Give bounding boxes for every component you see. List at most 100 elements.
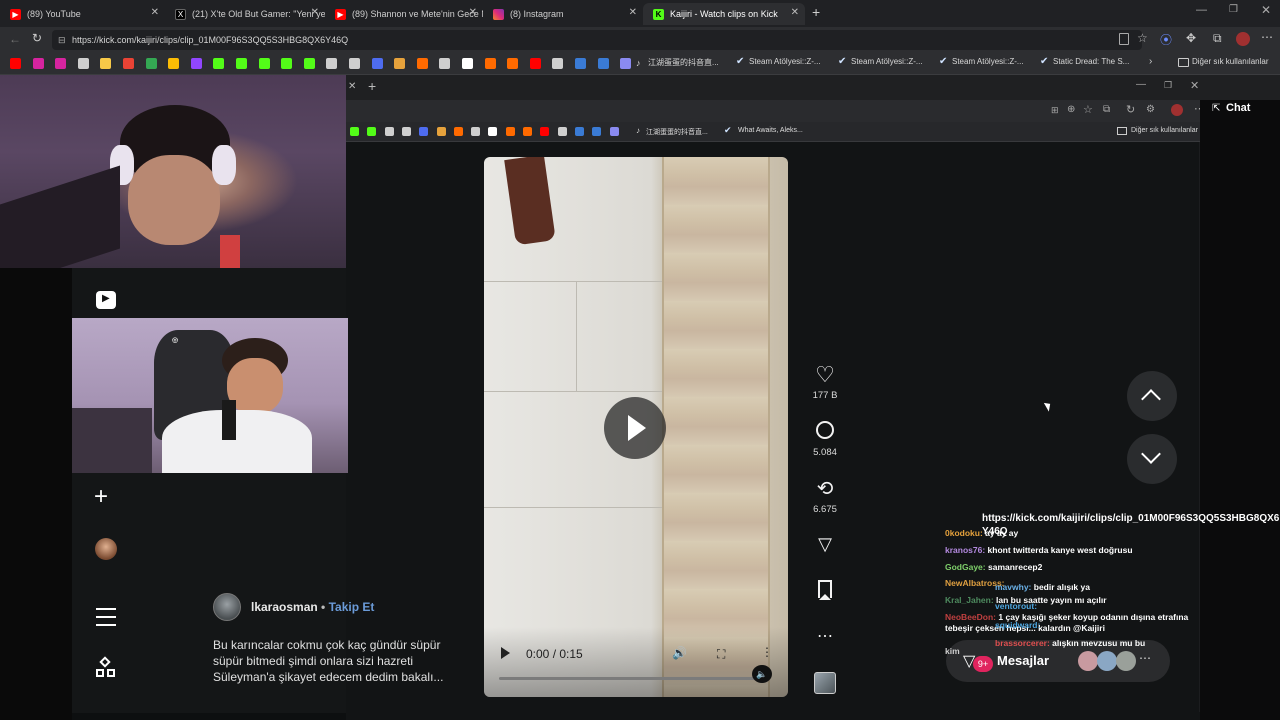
close-icon[interactable]: ✕ [311,7,319,18]
tab-kick[interactable]: K Kaijiri - Watch clips on Kick ✕ [643,3,805,25]
bookmark-favicon-icon[interactable] [213,58,225,69]
bookmark-favicon-icon[interactable] [371,58,383,69]
bookmark-favicon-icon[interactable] [574,127,584,136]
bookmark-favicon-icon[interactable] [484,58,496,69]
poster-avatar[interactable] [213,593,241,621]
bookmark-favicon-icon[interactable] [597,58,609,69]
grid-icon[interactable] [96,656,116,678]
apps-icon[interactable]: ⊞ [1051,105,1059,116]
bookmark-favicon-icon[interactable] [145,58,157,69]
zoom-icon[interactable]: ⊕ [1067,104,1075,115]
collections-icon[interactable]: ⧉ [1103,104,1110,115]
bookmark-favicon-icon[interactable] [523,127,532,136]
new-tab-button[interactable]: + [368,78,376,94]
bookmark-favicon-icon[interactable] [592,127,602,136]
bookmark-favicon-icon[interactable] [552,58,564,69]
bookmark-item[interactable]: Steam Atölyesi::Z-... [749,57,821,66]
bookmark-favicon-icon[interactable] [507,58,519,69]
bookmark-favicon-icon[interactable] [384,127,394,136]
bookmark-favicon-icon[interactable] [303,58,315,69]
clip-video[interactable]: 0:00 / 0:15 🔊 ⛶ ⋮ 🔈 [484,157,788,697]
bookmark-favicon-icon[interactable] [401,127,411,136]
bookmark-favicon-icon[interactable] [436,127,446,136]
progress-track[interactable] [499,677,759,680]
bookmark-favicon-icon[interactable] [258,58,270,69]
poster-username[interactable]: lkaraosman [251,600,318,614]
tab-youtube[interactable]: ▶ (89) YouTube ✕ [0,3,165,25]
previous-clip-button[interactable] [1127,371,1177,421]
close-icon[interactable]: ✕ [791,7,799,18]
minimize-button[interactable]: — [1136,79,1146,90]
reader-icon[interactable] [1119,33,1129,45]
menu-icon[interactable] [96,608,116,626]
profile-avatar[interactable] [1171,104,1183,116]
url-field[interactable]: ⊟ https://kick.com/kaijiri/clips/clip_01… [52,30,1142,50]
maximize-button[interactable]: ❐ [1164,80,1172,91]
bookmark-favicon-icon[interactable] [367,127,377,136]
profile-avatar[interactable] [1236,32,1250,46]
bookmark-favicon-icon[interactable] [557,127,567,136]
refresh-icon[interactable]: ↻ [32,31,42,45]
bookmark-favicon-icon[interactable] [620,58,632,69]
bookmark-favicon-icon[interactable] [77,58,89,69]
bookmark-favicon-icon[interactable] [123,58,134,69]
extensions-puzzle-icon[interactable]: ✥ [1186,31,1196,45]
bookmark-item[interactable]: 江湖蛋蛋的抖音直... [648,57,719,68]
mute-badge-icon[interactable]: 🔈 [752,665,772,683]
bookmark-favicon-icon[interactable] [419,127,429,136]
bookmark-favicon-icon[interactable] [349,58,360,69]
bookmark-item[interactable]: Steam Atölyesi::Z-... [952,57,1024,66]
share-icon[interactable]: ▽ [812,534,838,555]
bookmark-favicon-icon[interactable] [462,58,473,69]
bookmark-favicon-icon[interactable] [540,127,550,136]
bookmark-favicon-icon[interactable] [394,58,406,69]
bookmark-favicon-icon[interactable] [168,58,180,69]
bookmark-favicon-icon[interactable] [471,127,481,136]
tab-x[interactable]: X (21) X'te Old But Gamer: "Yeni yeri ✕ [165,3,325,25]
audio-thumbnail[interactable] [814,672,836,694]
close-icon[interactable]: ✕ [629,7,637,18]
tab-instagram[interactable]: (8) Instagram ✕ [483,3,643,25]
new-tab-button[interactable]: + [812,4,820,20]
bookmark-favicon-icon[interactable] [55,58,67,69]
reels-icon[interactable]: ▶ [96,291,116,309]
favorite-star-icon[interactable]: ☆ [1083,103,1093,116]
bookmark-item[interactable]: What Awaits, Aleks... [738,127,803,134]
bookmark-favicon-icon[interactable] [10,58,21,69]
settings-icon[interactable]: ⚙ [1146,104,1155,115]
play-button[interactable] [604,397,666,459]
repost-icon[interactable]: ⟲ [812,476,838,501]
comment-icon[interactable] [812,421,838,439]
chat-label[interactable]: Chat [1226,102,1250,114]
minimize-button[interactable]: — [1196,4,1207,16]
other-favorites[interactable]: Diğer sık kullanılanlar [1192,57,1268,66]
favorite-star-icon[interactable]: ☆ [1137,31,1148,45]
back-icon[interactable]: ← [9,32,21,46]
plus-icon[interactable]: + [94,485,108,509]
close-window-button[interactable]: ✕ [1190,79,1199,92]
bookmark-item[interactable]: 江湖蛋蛋的抖音直... [646,127,708,137]
volume-icon[interactable]: 🔊 [672,646,687,660]
bookmark-item[interactable]: Static Dread: The S... [1053,57,1129,66]
close-window-button[interactable]: ✕ [1261,3,1271,17]
bookmark-favicon-icon[interactable] [326,58,338,69]
profile-avatar[interactable] [95,538,117,560]
bookmark-favicon-icon[interactable] [190,58,202,69]
menu-icon[interactable]: ⋯ [1261,30,1273,44]
more-icon[interactable]: ⋯ [812,626,838,646]
close-icon[interactable]: ✕ [151,7,159,18]
maximize-button[interactable]: ❐ [1229,4,1238,15]
bookmark-favicon-icon[interactable] [575,58,586,69]
fullscreen-icon[interactable]: ⛶ [717,647,725,662]
play-small-icon[interactable] [501,647,510,659]
bookmark-favicon-icon[interactable] [505,127,515,136]
like-icon[interactable]: ♡ [812,362,838,388]
next-clip-button[interactable] [1127,434,1177,484]
refresh-icon[interactable]: ↻ [1126,103,1135,116]
bookmark-favicon-icon[interactable] [281,58,293,69]
extension-icon[interactable]: ⦿ [1160,31,1172,48]
chevron-right-icon[interactable]: › [1149,56,1152,67]
bookmark-favicon-icon[interactable] [236,58,247,69]
bookmark-favicon-icon[interactable] [416,58,428,69]
bookmark-favicon-icon[interactable] [100,58,112,69]
